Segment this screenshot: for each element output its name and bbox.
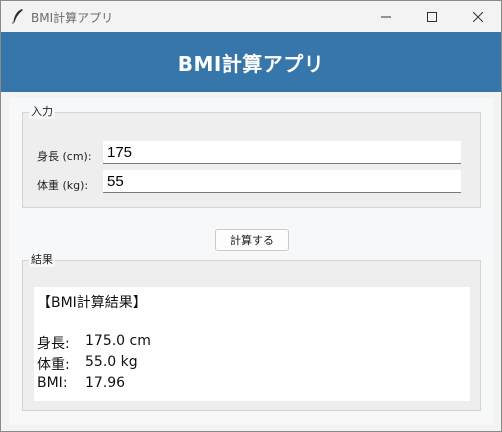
result-bmi-value: 17.96 xyxy=(85,375,126,391)
result-height-value: 175.0 cm xyxy=(85,333,151,349)
minimize-button[interactable] xyxy=(363,1,409,32)
close-icon xyxy=(473,11,483,22)
result-group-legend: 結果 xyxy=(29,253,55,267)
height-label: 身長 (cm): xyxy=(37,150,92,163)
calculate-button[interactable]: 計算する xyxy=(215,229,289,251)
result-weight-key: 体重: xyxy=(37,357,70,373)
result-heading: 【BMI計算結果】 xyxy=(37,295,147,311)
page-title: BMI計算アプリ xyxy=(177,51,325,76)
result-text-area[interactable]: 【BMI計算結果】 身長: 175.0 cm 体重: 55.0 kg BMI: … xyxy=(34,287,470,401)
app-window: BMI計算アプリ BMI計算アプリ 入力 身長 (cm): 175 体重 (kg… xyxy=(0,0,502,432)
minimize-icon xyxy=(381,16,391,17)
result-height-key: 身長: xyxy=(37,336,70,352)
weight-label: 体重 (kg): xyxy=(37,179,89,192)
height-input[interactable]: 175 xyxy=(103,141,461,164)
title-bar[interactable]: BMI計算アプリ xyxy=(1,1,501,32)
input-group-legend: 入力 xyxy=(29,105,55,119)
maximize-button[interactable] xyxy=(409,1,455,32)
weight-input[interactable]: 55 xyxy=(103,170,461,193)
feather-icon xyxy=(11,8,25,24)
window-title: BMI計算アプリ xyxy=(31,11,114,25)
result-bmi-key: BMI: xyxy=(37,375,68,391)
result-weight-value: 55.0 kg xyxy=(85,354,138,370)
maximize-icon xyxy=(427,11,437,22)
close-button[interactable] xyxy=(455,1,501,32)
app-header: BMI計算アプリ xyxy=(1,32,501,92)
